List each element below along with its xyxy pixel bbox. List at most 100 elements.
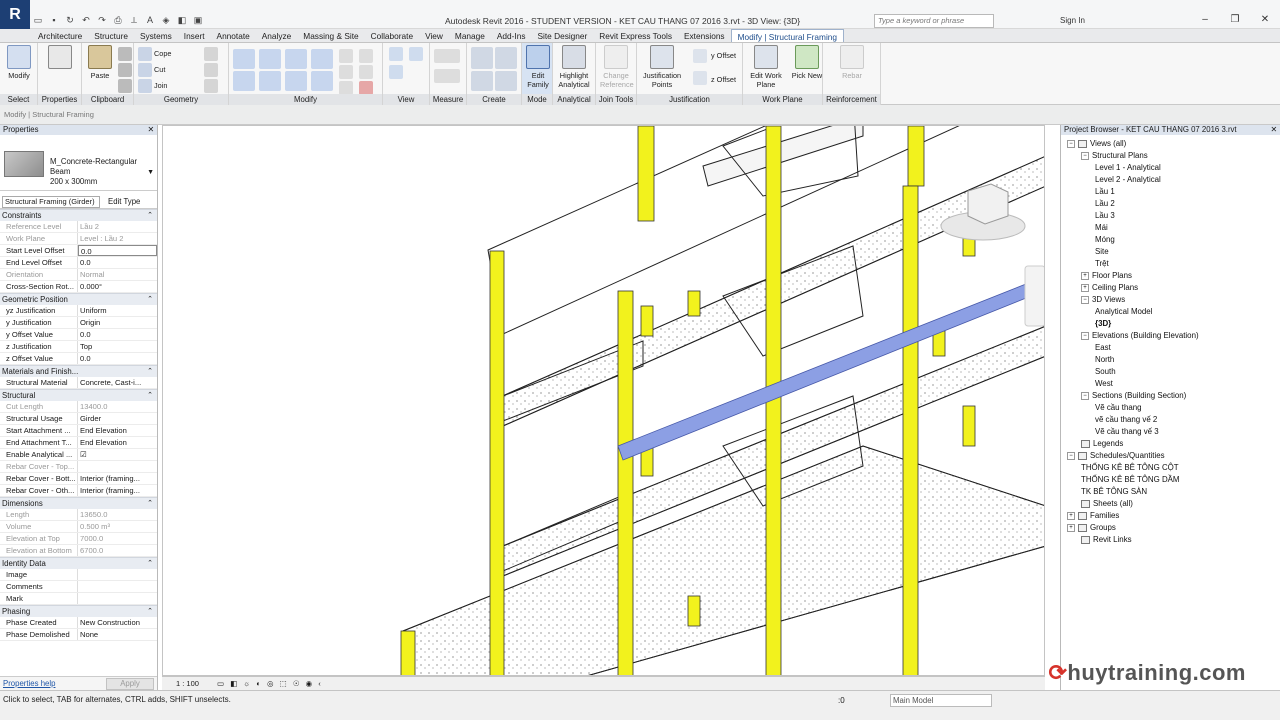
- scale-icon[interactable]: [339, 81, 353, 95]
- property-group-header[interactable]: Structural ⌃: [0, 389, 157, 401]
- mirror-draw-icon[interactable]: [311, 49, 333, 69]
- property-value[interactable]: Interior (framing...: [78, 473, 157, 484]
- browser-node[interactable]: North: [1095, 355, 1114, 364]
- property-group-header[interactable]: Phasing ⌃: [0, 605, 157, 617]
- undo-icon[interactable]: ↶: [80, 14, 92, 26]
- 3d-view-canvas[interactable]: [162, 125, 1045, 676]
- wall-joins-icon[interactable]: [204, 47, 218, 61]
- close-icon[interactable]: ✕: [1250, 14, 1280, 25]
- browser-node[interactable]: THỐNG KÊ BÊ TÔNG CỘT: [1081, 463, 1179, 472]
- browser-node[interactable]: vẽ cầu thang vế 2: [1095, 415, 1157, 424]
- collapse-icon[interactable]: ⌃: [147, 606, 153, 618]
- property-value[interactable]: 0.0: [78, 245, 157, 256]
- tab-collaborate[interactable]: Collaborate: [365, 29, 419, 42]
- property-group-header[interactable]: Constraints ⌃: [0, 209, 157, 221]
- close-hidden-icon[interactable]: ▣: [192, 14, 204, 26]
- mirror-axis-icon[interactable]: [285, 49, 307, 69]
- browser-node[interactable]: Lầu 2: [1095, 199, 1115, 208]
- browser-node[interactable]: Level 2 - Analytical: [1095, 175, 1161, 184]
- open-icon[interactable]: ▭: [32, 14, 44, 26]
- expand-icon[interactable]: +: [1081, 283, 1089, 292]
- browser-node[interactable]: West: [1095, 379, 1113, 388]
- type-selector[interactable]: M_Concrete-Rectangular Beam 200 x 300mm …: [0, 135, 157, 191]
- save-icon[interactable]: ▪: [48, 14, 60, 26]
- tab-analyze[interactable]: Analyze: [256, 29, 298, 42]
- cut-geometry-icon[interactable]: [138, 63, 152, 77]
- properties-help-link[interactable]: Properties help: [3, 679, 55, 688]
- tab-revit-express-tools[interactable]: Revit Express Tools: [593, 29, 678, 42]
- detail-level-icon[interactable]: ▭: [217, 679, 224, 688]
- collapse-icon[interactable]: −: [1081, 151, 1089, 160]
- browser-node[interactable]: Vẽ cầu thang vế 3: [1095, 427, 1159, 436]
- tab-add-ins[interactable]: Add-Ins: [491, 29, 532, 42]
- shadows-icon[interactable]: ◐: [256, 679, 261, 688]
- property-value[interactable]: Girder: [78, 413, 157, 424]
- browser-node[interactable]: − Views (all): [1067, 139, 1126, 148]
- sync-icon[interactable]: ↻: [64, 14, 76, 26]
- modify-button[interactable]: Modify: [3, 45, 35, 80]
- change-reference-button[interactable]: Change Reference: [600, 45, 634, 89]
- browser-node[interactable]: + Groups: [1067, 523, 1116, 532]
- property-value[interactable]: New Construction: [78, 617, 157, 628]
- y-offset-label[interactable]: y Offset: [711, 51, 736, 60]
- browser-node[interactable]: − Schedules/Quantities: [1067, 451, 1165, 460]
- chevron-down-icon[interactable]: ▼: [147, 169, 154, 176]
- property-value[interactable]: None: [78, 629, 157, 640]
- property-group-header[interactable]: Identity Data ⌃: [0, 557, 157, 569]
- browser-node[interactable]: Level 1 - Analytical: [1095, 163, 1161, 172]
- collapse-icon[interactable]: ⌃: [147, 558, 153, 570]
- copy-icon[interactable]: [118, 63, 132, 77]
- minimize-icon[interactable]: –: [1190, 14, 1220, 25]
- collapse-icon[interactable]: −: [1067, 139, 1075, 148]
- dimension-icon[interactable]: [434, 69, 460, 83]
- highlight-analytical-button[interactable]: Highlight Analytical: [558, 45, 590, 89]
- browser-node[interactable]: Analytical Model: [1095, 307, 1152, 316]
- collapse-icon[interactable]: ⌃: [147, 210, 153, 222]
- tab-modify-structural-framing[interactable]: Modify | Structural Framing: [730, 29, 845, 42]
- app-menu-button[interactable]: R: [0, 0, 30, 29]
- cope-icon[interactable]: [138, 47, 152, 61]
- copy-element-icon[interactable]: [259, 71, 281, 91]
- tab-extensions[interactable]: Extensions: [678, 29, 731, 42]
- select-panel-label[interactable]: Select: [0, 94, 37, 105]
- match-type-icon[interactable]: [118, 79, 132, 93]
- paste-button[interactable]: Paste: [84, 45, 116, 80]
- y-offset-icon[interactable]: [693, 49, 707, 63]
- move-icon[interactable]: [233, 71, 255, 91]
- z-offset-label[interactable]: z Offset: [711, 75, 736, 84]
- collapse-icon[interactable]: ⌃: [147, 390, 153, 402]
- browser-node[interactable]: Site: [1095, 247, 1109, 256]
- cope-label[interactable]: Cope: [154, 49, 171, 58]
- property-value[interactable]: 0.000°: [78, 281, 157, 292]
- measure-icon[interactable]: [434, 49, 460, 63]
- text-icon[interactable]: A: [144, 14, 156, 26]
- browser-node[interactable]: Móng: [1095, 235, 1115, 244]
- split-icon[interactable]: [339, 49, 353, 63]
- property-group-header[interactable]: Geometric Position ⌃: [0, 293, 157, 305]
- collapse-icon[interactable]: −: [1067, 451, 1075, 460]
- property-value[interactable]: Top: [78, 341, 157, 352]
- apply-button[interactable]: Apply: [106, 678, 154, 690]
- rebar-button[interactable]: Rebar: [836, 45, 868, 80]
- browser-node[interactable]: Lầu 3: [1095, 211, 1115, 220]
- browser-node[interactable]: TK BÊ TÔNG SÀN: [1081, 487, 1147, 496]
- collapse-icon[interactable]: ⌃: [147, 366, 153, 378]
- tab-insert[interactable]: Insert: [178, 29, 211, 42]
- edit-family-button[interactable]: Edit Family: [522, 45, 554, 89]
- property-value[interactable]: ☑: [78, 449, 157, 460]
- browser-node[interactable]: {3D}: [1095, 319, 1111, 328]
- cut-label[interactable]: Cut: [154, 65, 165, 74]
- expand-icon[interactable]: +: [1067, 511, 1075, 520]
- linework-icon[interactable]: [389, 65, 403, 79]
- browser-node[interactable]: + Floor Plans: [1081, 271, 1132, 280]
- browser-node[interactable]: Revit Links: [1081, 535, 1132, 544]
- visual-style-icon[interactable]: ◧: [230, 679, 237, 688]
- trim-icon[interactable]: [311, 71, 333, 91]
- view-scale[interactable]: 1 : 100: [176, 679, 199, 688]
- paint-icon[interactable]: [204, 79, 218, 93]
- browser-node[interactable]: −3D Views: [1081, 295, 1125, 304]
- expand-icon[interactable]: +: [1081, 271, 1089, 280]
- browser-node[interactable]: + Ceiling Plans: [1081, 283, 1138, 292]
- split-face-icon[interactable]: [204, 63, 218, 77]
- collapse-icon[interactable]: −: [1081, 295, 1089, 304]
